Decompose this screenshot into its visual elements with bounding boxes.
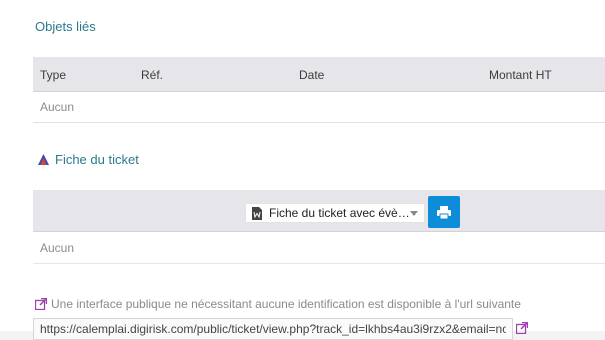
document-generator-icon — [38, 154, 49, 165]
public-interface-note: Une interface publique ne nécessitant au… — [35, 297, 521, 311]
template-select[interactable]: Fiche du ticket avec évè… — [245, 203, 425, 223]
ticket-panel: Objets liés Type Réf. Date Montant HT Au… — [0, 0, 605, 340]
print-button[interactable] — [428, 196, 460, 228]
open-link-icon[interactable] — [516, 322, 528, 334]
chevron-down-icon — [410, 211, 418, 216]
column-date: Date — [299, 68, 325, 82]
linked-objects-empty-row: Aucun — [33, 92, 605, 123]
ticket-sheet-empty-row: Aucun — [33, 233, 605, 264]
template-select-value: Fiche du ticket avec évè… — [269, 206, 410, 220]
empty-text: Aucun — [40, 241, 75, 255]
external-link-icon — [35, 298, 47, 310]
ticket-sheet-title-row: Fiche du ticket — [38, 152, 139, 167]
ticket-sheet-title: Fiche du ticket — [55, 152, 139, 167]
column-type: Type — [40, 68, 67, 82]
printer-icon — [437, 205, 451, 219]
linked-objects-title: Objets liés — [35, 19, 96, 34]
empty-text: Aucun — [40, 100, 75, 114]
file-word-icon — [252, 206, 262, 220]
public-url-field[interactable] — [33, 318, 513, 340]
column-amount: Montant HT — [489, 68, 552, 82]
column-ref: Réf. — [141, 68, 164, 82]
public-interface-note-text: Une interface publique ne nécessitant au… — [51, 297, 521, 311]
linked-objects-table-header: Type Réf. Date Montant HT — [33, 57, 605, 92]
